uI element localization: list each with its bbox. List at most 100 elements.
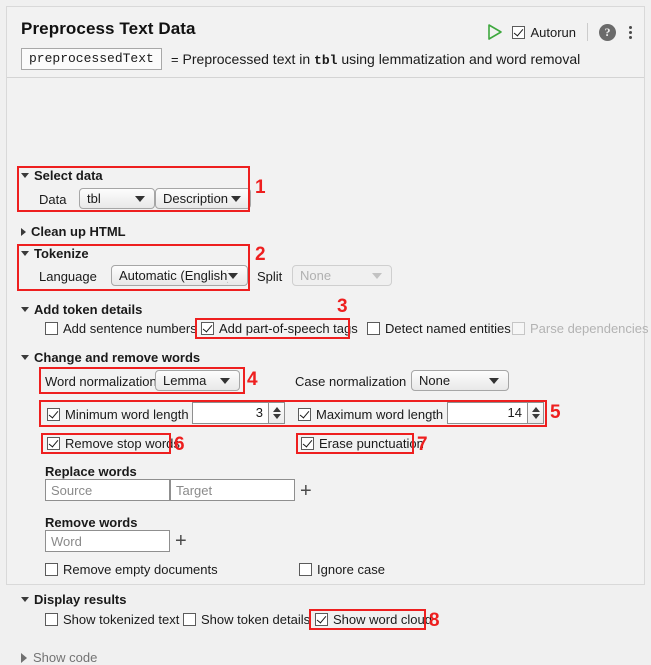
checkbox-add-part-of-speech-tags[interactable]: Add part-of-speech tags xyxy=(201,321,358,336)
data-table-dropdown[interactable]: tbl xyxy=(79,188,155,209)
panel-header: Preprocess Text Data Autorun ? preproces… xyxy=(7,7,644,78)
output-variable-field[interactable]: preprocessedText xyxy=(21,48,162,70)
checkbox-parse-dependencies[interactable]: Parse dependencies xyxy=(512,321,649,336)
checkbox-ignore-case[interactable]: Ignore case xyxy=(299,562,385,577)
autorun-label: Autorun xyxy=(530,25,576,40)
checkbox-erase-punctuation[interactable]: Erase punctuation xyxy=(301,436,424,451)
checkbox-box xyxy=(301,437,314,450)
stepper-arrows[interactable] xyxy=(527,402,544,424)
case-normalization-value: None xyxy=(412,373,489,388)
checkbox-minimum-word-length[interactable]: Minimum word length xyxy=(47,407,189,422)
label-word-normalization: Word normalization xyxy=(45,374,157,389)
replace-target-input[interactable] xyxy=(170,479,295,501)
checkbox-remove-stop-words[interactable]: Remove stop words xyxy=(47,436,180,451)
chevron-down-icon xyxy=(21,173,29,178)
case-normalization-dropdown[interactable]: None xyxy=(411,370,509,391)
label-replace-words: Replace words xyxy=(45,464,137,479)
checkbox-box xyxy=(47,408,60,421)
checkbox-box xyxy=(367,322,380,335)
chevron-down-icon xyxy=(21,251,29,256)
label-split: Split xyxy=(257,269,282,284)
word-normalization-value: Lemma xyxy=(156,373,220,388)
checkbox-show-token-details[interactable]: Show token details xyxy=(183,612,310,627)
maximum-word-length-value[interactable]: 14 xyxy=(447,402,527,424)
description-post: using lemmatization and word removal xyxy=(337,51,580,67)
stepper-up-icon[interactable] xyxy=(532,407,540,412)
play-triangle-icon xyxy=(484,22,504,42)
callout-number-3: 3 xyxy=(337,297,348,316)
section-title-select-data: Select data xyxy=(34,168,103,183)
checkbox-show-tokenized-text[interactable]: Show tokenized text xyxy=(45,612,179,627)
kebab-menu-icon[interactable] xyxy=(628,26,632,39)
checkbox-label: Minimum word length xyxy=(65,407,189,422)
label-remove-words: Remove words xyxy=(45,515,137,530)
data-table-value: tbl xyxy=(80,191,135,206)
section-title-tokenize: Tokenize xyxy=(34,246,89,261)
minimum-word-length-value[interactable]: 3 xyxy=(192,402,268,424)
data-column-value: Description xyxy=(156,191,231,206)
tokenize-language-dropdown[interactable]: Automatic (English) xyxy=(111,265,248,286)
checkbox-box xyxy=(45,322,58,335)
tokenize-split-dropdown[interactable]: None xyxy=(292,265,392,286)
checkbox-label: Detect named entities xyxy=(385,321,511,336)
minimum-word-length-stepper[interactable]: 3 xyxy=(192,402,285,424)
replace-source-input[interactable] xyxy=(45,479,170,501)
callout-number-1: 1 xyxy=(255,178,266,197)
checkbox-box xyxy=(45,563,58,576)
checkbox-box xyxy=(512,322,525,335)
section-header-select-data[interactable]: Select data xyxy=(21,168,103,183)
checkbox-box xyxy=(47,437,60,450)
checkbox-label: Show word cloud xyxy=(333,612,432,627)
checkbox-label: Show token details xyxy=(201,612,310,627)
stepper-down-icon[interactable] xyxy=(273,414,281,419)
maximum-word-length-stepper[interactable]: 14 xyxy=(447,402,544,424)
plus-icon[interactable]: + xyxy=(300,481,312,501)
section-title-add-token-details: Add token details xyxy=(34,302,142,317)
section-header-change-and-remove-words[interactable]: Change and remove words xyxy=(21,350,200,365)
plus-icon[interactable]: + xyxy=(175,531,187,551)
run-button[interactable] xyxy=(484,22,504,42)
chevron-right-icon xyxy=(21,228,26,236)
chevron-down-icon xyxy=(21,597,29,602)
label-language: Language xyxy=(39,269,97,284)
chevron-down-icon xyxy=(228,273,238,279)
section-header-clean-up-html[interactable]: Clean up HTML xyxy=(21,224,126,239)
section-header-add-token-details[interactable]: Add token details xyxy=(21,302,142,317)
stepper-up-icon[interactable] xyxy=(273,407,281,412)
section-title-display-results: Display results xyxy=(34,592,127,607)
autorun-checkbox[interactable]: Autorun xyxy=(512,25,576,40)
checkbox-label: Parse dependencies xyxy=(530,321,649,336)
chevron-down-icon xyxy=(21,307,29,312)
stepper-down-icon[interactable] xyxy=(532,414,540,419)
chevron-down-icon xyxy=(231,196,241,202)
checkbox-box xyxy=(183,613,196,626)
tokenize-language-value: Automatic (English) xyxy=(112,268,228,283)
checkbox-label: Maximum word length xyxy=(316,407,443,422)
preprocess-text-data-panel: Preprocess Text Data Autorun ? preproces… xyxy=(6,6,645,585)
checkbox-box xyxy=(201,322,214,335)
section-header-tokenize[interactable]: Tokenize xyxy=(21,246,89,261)
checkbox-label: Show tokenized text xyxy=(63,612,179,627)
callout-number-4: 4 xyxy=(247,370,258,389)
checkbox-maximum-word-length[interactable]: Maximum word length xyxy=(298,407,443,422)
checkbox-detect-named-entities[interactable]: Detect named entities xyxy=(367,321,511,336)
checkbox-remove-empty-documents[interactable]: Remove empty documents xyxy=(45,562,218,577)
chevron-right-icon xyxy=(21,653,27,663)
header-actions: Autorun ? xyxy=(484,22,634,42)
checkbox-add-sentence-numbers[interactable]: Add sentence numbers xyxy=(45,321,197,336)
section-header-show-code[interactable]: Show code xyxy=(21,650,97,665)
remove-word-input[interactable] xyxy=(45,530,170,552)
callout-number-5: 5 xyxy=(550,403,561,422)
stepper-arrows[interactable] xyxy=(268,402,285,424)
word-normalization-dropdown[interactable]: Lemma xyxy=(155,370,240,391)
header-divider xyxy=(587,23,588,41)
section-header-display-results[interactable]: Display results xyxy=(21,592,127,607)
checkbox-show-word-cloud[interactable]: Show word cloud xyxy=(315,612,432,627)
data-column-dropdown[interactable]: Description xyxy=(155,188,251,209)
label-data: Data xyxy=(39,192,66,207)
output-description: = Preprocessed text in tbl using lemmati… xyxy=(171,51,580,68)
help-icon[interactable]: ? xyxy=(599,24,616,41)
output-summary: preprocessedText = Preprocessed text in … xyxy=(21,48,580,70)
checkbox-box xyxy=(298,408,311,421)
checkbox-label: Remove empty documents xyxy=(63,562,218,577)
